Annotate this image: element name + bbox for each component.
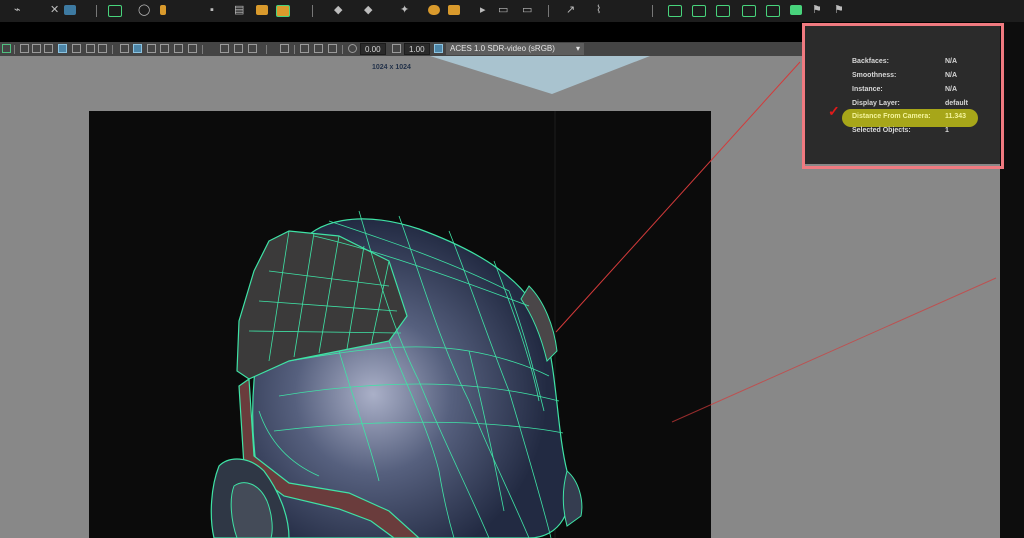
gamma-field[interactable]: 0.00 xyxy=(360,43,386,55)
resolution-label: 1024 x 1024 xyxy=(372,64,411,71)
shelf-separator xyxy=(312,5,313,17)
shelf-icon-23[interactable] xyxy=(716,5,730,17)
hud-row-selected-objects: Selected Objects: 1 xyxy=(852,127,949,134)
xray-icon[interactable] xyxy=(300,44,309,53)
shelf-icon-27[interactable]: ⚑ xyxy=(812,4,822,16)
shelf-icon-10[interactable] xyxy=(276,5,290,17)
toolbar-separator xyxy=(294,45,295,54)
shelf-strip: ⌁ ✕ ◯ ▪ ▤ ◆ ◆ ✦ ▸ ▭ ▭ ↗ ⌇ ⚑ ⚑ xyxy=(0,0,1024,22)
safe-action-icon[interactable] xyxy=(86,44,95,53)
gamma-icon[interactable] xyxy=(348,44,357,53)
shelf-icon-28[interactable]: ⚑ xyxy=(834,4,844,16)
hud-label: Distance From Camera: xyxy=(852,113,931,120)
safe-title-icon[interactable] xyxy=(98,44,107,53)
chevron-down-icon: ▾ xyxy=(575,44,580,53)
hud-value: N/A xyxy=(945,86,958,93)
resolution-gate-icon[interactable] xyxy=(44,44,53,53)
shelf-icon-9[interactable] xyxy=(256,5,268,15)
shelf-icon-14[interactable] xyxy=(428,5,440,15)
shelf-icon-8[interactable]: ▤ xyxy=(234,4,244,16)
default-material-icon[interactable] xyxy=(147,44,156,53)
hud-label: Smoothness: xyxy=(852,72,897,79)
shelf-icon-3[interactable] xyxy=(64,5,76,15)
shelf-icon-7[interactable]: ▪ xyxy=(210,4,214,16)
shelf-icon-25[interactable] xyxy=(766,5,780,17)
shelf-icon-4[interactable] xyxy=(108,5,122,17)
smooth-shade-icon[interactable] xyxy=(133,44,142,53)
select-camera-icon[interactable] xyxy=(2,44,11,53)
shelf-separator xyxy=(96,5,97,17)
shelf-icon-26[interactable] xyxy=(790,5,802,15)
toolbar-separator xyxy=(14,45,15,54)
toolbar-separator xyxy=(342,45,343,54)
hud-row-distance-from-camera: Distance From Camera: 11.343 xyxy=(852,113,966,120)
hud-label: Display Layer: xyxy=(852,100,900,107)
hud-row-backfaces: Backfaces: N/A xyxy=(852,58,957,65)
hud-value: N/A xyxy=(945,58,958,65)
textured-icon[interactable] xyxy=(160,44,169,53)
exposure-field[interactable]: 1.00 xyxy=(404,43,430,55)
gate-mask-icon[interactable] xyxy=(58,44,67,53)
field-chart-icon[interactable] xyxy=(72,44,81,53)
shelf-icon-24[interactable] xyxy=(742,5,756,17)
hud-value: 11.343 xyxy=(945,113,967,120)
shelf-icon-11[interactable]: ◆ xyxy=(334,4,342,16)
hud-row-display-layer: Display Layer: default xyxy=(852,100,968,107)
shelf-icon-15[interactable] xyxy=(448,5,460,15)
camera-frustum-shape xyxy=(430,56,650,94)
shelf-icon-5[interactable]: ◯ xyxy=(138,4,150,16)
hud-panel: Backfaces: N/A Smoothness: N/A Instance:… xyxy=(804,25,1000,164)
shelf-separator xyxy=(652,5,653,17)
xray-joints-icon[interactable] xyxy=(314,44,323,53)
color-space-dropdown[interactable]: ACES 1.0 SDR-video (sRGB) ▾ xyxy=(446,43,584,55)
hud-label: Instance: xyxy=(852,86,883,93)
hud-label: Selected Objects: xyxy=(852,127,911,134)
hud-row-instance: Instance: N/A xyxy=(852,86,957,93)
shelf-separator xyxy=(548,5,549,17)
hud-value: N/A xyxy=(945,72,958,79)
xray-components-icon[interactable] xyxy=(328,44,337,53)
shelf-icon-20[interactable]: ⌇ xyxy=(596,4,601,16)
ambient-occlusion-icon[interactable] xyxy=(220,44,229,53)
resolution-gate xyxy=(89,111,711,538)
shelf-icon-16[interactable]: ▸ xyxy=(480,4,486,16)
antialiasing-icon[interactable] xyxy=(248,44,257,53)
color-management-icon[interactable] xyxy=(434,44,443,53)
wireframe-icon[interactable] xyxy=(120,44,129,53)
motion-blur-icon[interactable] xyxy=(234,44,243,53)
shelf-icon-18[interactable]: ▭ xyxy=(522,4,532,16)
exposure-icon[interactable] xyxy=(392,44,401,53)
shelf-icon-12[interactable]: ◆ xyxy=(364,4,372,16)
right-edge-panel xyxy=(1000,22,1024,538)
hud-label: Backfaces: xyxy=(852,58,889,65)
hud-row-smoothness: Smoothness: N/A xyxy=(852,72,957,79)
use-lights-icon[interactable] xyxy=(174,44,183,53)
shelf-icon-21[interactable] xyxy=(668,5,682,17)
toolbar-separator xyxy=(112,45,113,54)
isolate-select-icon[interactable] xyxy=(280,44,289,53)
grid-icon[interactable] xyxy=(20,44,29,53)
check-mark-icon: ✓ xyxy=(828,103,840,119)
shelf-icon-22[interactable] xyxy=(692,5,706,17)
shelf-icon-2[interactable]: ✕ xyxy=(50,4,59,16)
shelf-icon-13[interactable]: ✦ xyxy=(400,4,409,16)
shelf-icon-19[interactable]: ↗ xyxy=(566,4,575,16)
hud-value: 1 xyxy=(945,127,949,134)
toolbar-separator xyxy=(266,45,267,54)
shadows-icon[interactable] xyxy=(188,44,197,53)
shelf-icon-6[interactable] xyxy=(160,5,166,15)
color-space-label: ACES 1.0 SDR-video (sRGB) xyxy=(450,44,555,53)
film-gate-icon[interactable] xyxy=(32,44,41,53)
shelf-icon-1[interactable]: ⌁ xyxy=(14,4,21,16)
hud-value: default xyxy=(945,100,968,107)
toolbar-separator xyxy=(202,45,203,54)
helmet-model xyxy=(210,111,583,538)
shelf-icon-17[interactable]: ▭ xyxy=(498,4,508,16)
